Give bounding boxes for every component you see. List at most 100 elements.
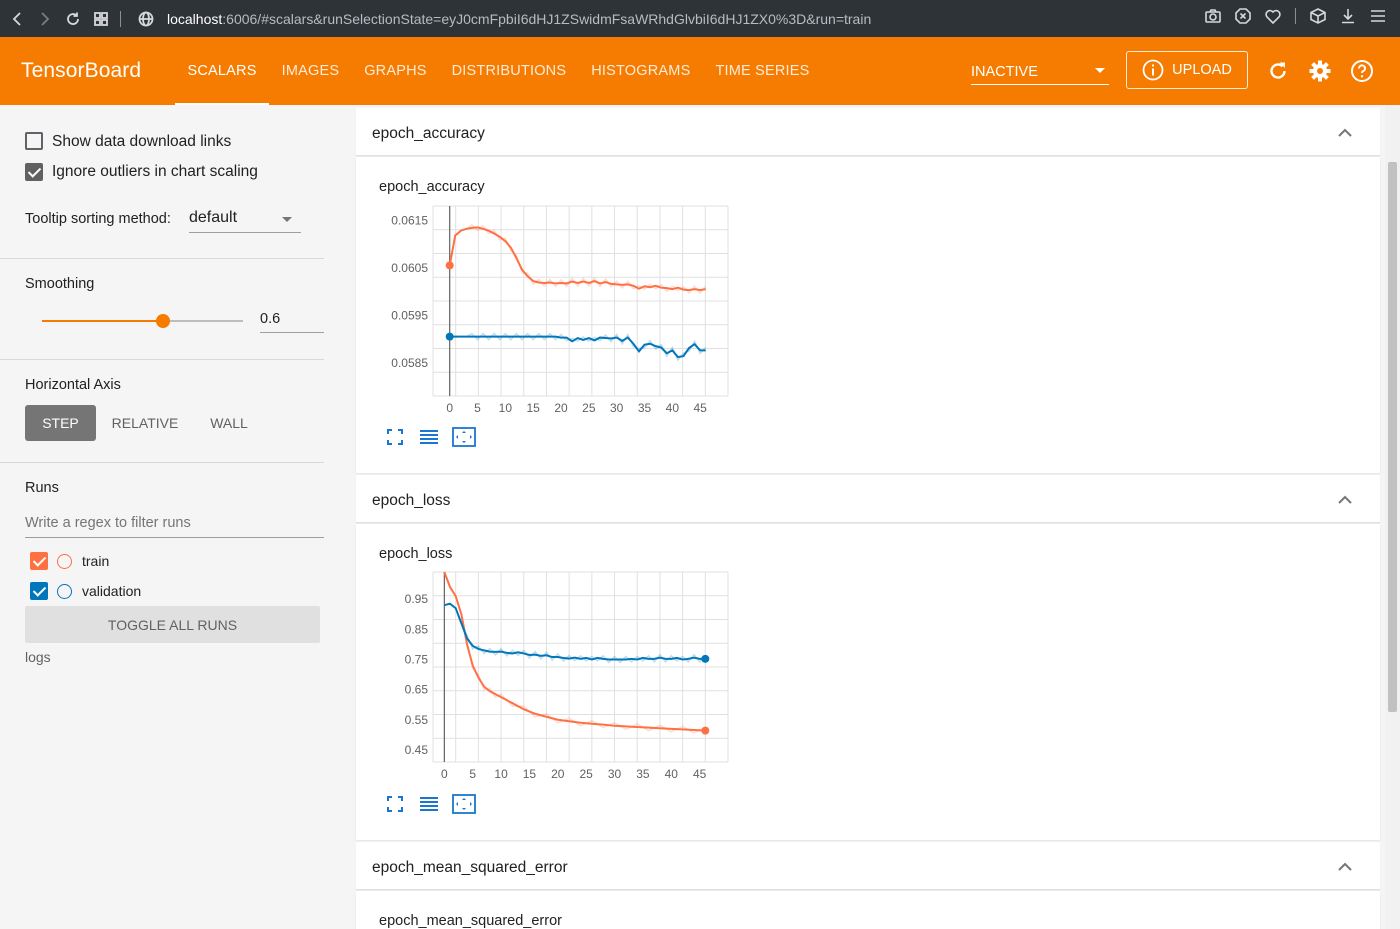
series-marker-train	[445, 261, 454, 270]
chevron-down-icon	[282, 217, 292, 222]
card-header-epoch-loss[interactable]: epoch_loss	[356, 475, 1380, 523]
chevron-up-icon[interactable]	[1338, 495, 1352, 504]
address-bar[interactable]: localhost:6006/#scalars&runSelectionStat…	[167, 11, 871, 27]
fit-domain-icon[interactable]	[452, 427, 476, 447]
card-header-epoch-mean-squared-error[interactable]: epoch_mean_squared_error	[356, 842, 1380, 890]
series-raw-validation	[444, 602, 706, 664]
tabs-grid-icon[interactable]	[90, 8, 112, 30]
tab-distributions[interactable]: DISTRIBUTIONS	[439, 37, 579, 105]
x-tick-label: 25	[579, 767, 593, 781]
toggle-log-scale-icon[interactable]	[419, 427, 439, 447]
divider	[0, 462, 324, 463]
card-header-epoch-accuracy[interactable]: epoch_accuracy	[356, 108, 1380, 156]
axis-step-button[interactable]: STEP	[25, 405, 96, 441]
browser-toolbar: localhost:6006/#scalars&runSelectionStat…	[0, 0, 1400, 37]
series-line-train	[448, 226, 706, 292]
fullscreen-icon[interactable]	[385, 427, 405, 447]
epoch-accuracy-chart[interactable]: 0 5 10 15 20 25 30 35 40 45 0.0585 0.0595 0.0605 0.06…	[356, 157, 756, 427]
x-tick-label: 5	[474, 401, 481, 415]
chart-grid	[432, 571, 729, 763]
tab-graphs[interactable]: GRAPHS	[352, 37, 439, 105]
epoch-loss-chart[interactable]: 0 5 10 15 20 25 30 35 40 45 0.45 0.55 0.65 0.75 0.85 0.…	[356, 524, 756, 794]
toolbar-separator	[1295, 8, 1296, 24]
show-download-links-checkbox[interactable]	[25, 132, 43, 150]
series-marker-validation	[445, 332, 454, 341]
reload-state-select[interactable]: INACTIVE	[971, 59, 1109, 85]
url-path: :6006/#scalars&runSelectionState=eyJ0cmF…	[222, 10, 872, 27]
toolbar-separator	[120, 10, 121, 27]
toggle-all-runs-button[interactable]: TOGGLE ALL RUNS	[25, 606, 320, 643]
run-train-color-icon	[57, 554, 72, 569]
x-tick-label: 25	[582, 401, 596, 415]
tab-scalars[interactable]: SCALARS	[175, 37, 270, 105]
reload-browser-icon[interactable]	[62, 8, 84, 30]
axis-wall-button[interactable]: WALL	[196, 405, 262, 441]
x-tick-label: 0	[446, 401, 453, 415]
x-tick-label: 5	[469, 767, 476, 781]
fullscreen-icon[interactable]	[385, 794, 405, 814]
download-icon[interactable]	[1340, 8, 1356, 24]
box-icon[interactable]	[1310, 8, 1326, 24]
smoothing-slider-thumb[interactable]	[155, 314, 170, 328]
y-tick-label: 0.0605	[391, 261, 428, 275]
tab-time-series[interactable]: TIME SERIES	[703, 37, 822, 105]
refresh-icon[interactable]	[1266, 59, 1290, 83]
menu-icon[interactable]	[1370, 9, 1386, 23]
page-scrollbar[interactable]	[1385, 105, 1400, 929]
chevron-up-icon[interactable]	[1338, 128, 1352, 137]
chart-grid	[432, 205, 729, 397]
axis-relative-button[interactable]: RELATIVE	[104, 405, 186, 441]
x-tick-label: 15	[527, 401, 541, 415]
y-tick-label: 0.85	[405, 622, 429, 636]
x-tick-label: 40	[666, 401, 680, 415]
block-icon[interactable]	[1235, 8, 1251, 24]
tab-histograms[interactable]: HISTOGRAMS	[579, 37, 703, 105]
x-tick-label: 10	[499, 401, 513, 415]
upload-button[interactable]: UPLOAD	[1126, 51, 1248, 89]
chart-card-epoch-accuracy: epoch_accuracy 0 5 10 15 20 25 30 35 40 45 0.0585 0…	[356, 157, 1380, 473]
x-tick-label: 45	[693, 767, 707, 781]
x-tick-label: 30	[608, 767, 622, 781]
run-validation-color-icon	[57, 584, 72, 599]
x-tick-label: 35	[638, 401, 652, 415]
x-tick-label: 10	[494, 767, 508, 781]
camera-icon[interactable]	[1205, 9, 1221, 23]
run-filter-input[interactable]: Write a regex to filter runs	[25, 515, 324, 538]
run-train-checkbox[interactable]	[30, 552, 48, 570]
y-tick-label: 0.45	[405, 743, 429, 757]
series-marker-validation	[701, 654, 710, 663]
y-tick-label: 0.75	[405, 652, 429, 666]
logdir-label: logs	[25, 649, 51, 665]
show-download-links-label: Show data download links	[52, 133, 232, 150]
gear-icon[interactable]	[1308, 59, 1332, 83]
series-marker-train	[701, 726, 710, 735]
tooltip-sort-label: Tooltip sorting method:	[25, 211, 171, 227]
reload-state-value: INACTIVE	[971, 63, 1038, 80]
x-tick-label: 30	[610, 401, 624, 415]
chevron-up-icon[interactable]	[1338, 862, 1352, 871]
scrollbar-thumb[interactable]	[1388, 162, 1397, 712]
ignore-outliers-checkbox[interactable]	[25, 163, 43, 181]
card-title: epoch_mean_squared_error	[372, 859, 568, 876]
toggle-log-scale-icon[interactable]	[419, 794, 439, 814]
smoothing-slider-fill	[42, 320, 163, 322]
card-title: epoch_accuracy	[372, 125, 485, 142]
smoothing-input[interactable]: 0.6	[260, 311, 324, 333]
app-title: TensorBoard	[21, 59, 142, 82]
forward-icon[interactable]	[34, 8, 56, 30]
card-title: epoch_loss	[372, 492, 451, 509]
run-validation-checkbox[interactable]	[30, 582, 48, 600]
run-train-label: train	[82, 553, 110, 569]
sidebar: Show data download links Ignore outliers…	[0, 105, 345, 929]
tab-images[interactable]: IMAGES	[269, 37, 352, 105]
help-icon[interactable]	[1350, 59, 1374, 83]
y-tick-label: 0.65	[405, 683, 429, 697]
scalars-panel: epoch_accuracy epoch_accuracy 0 5 10 15 20 25…	[345, 105, 1385, 929]
heart-icon[interactable]	[1265, 9, 1281, 24]
fit-domain-icon[interactable]	[452, 794, 476, 814]
back-icon[interactable]	[6, 8, 28, 30]
x-tick-label: 0	[441, 767, 448, 781]
y-tick-label: 0.0595	[391, 308, 428, 322]
run-validation-label: validation	[82, 583, 142, 599]
tooltip-sort-select[interactable]: default	[189, 209, 301, 233]
